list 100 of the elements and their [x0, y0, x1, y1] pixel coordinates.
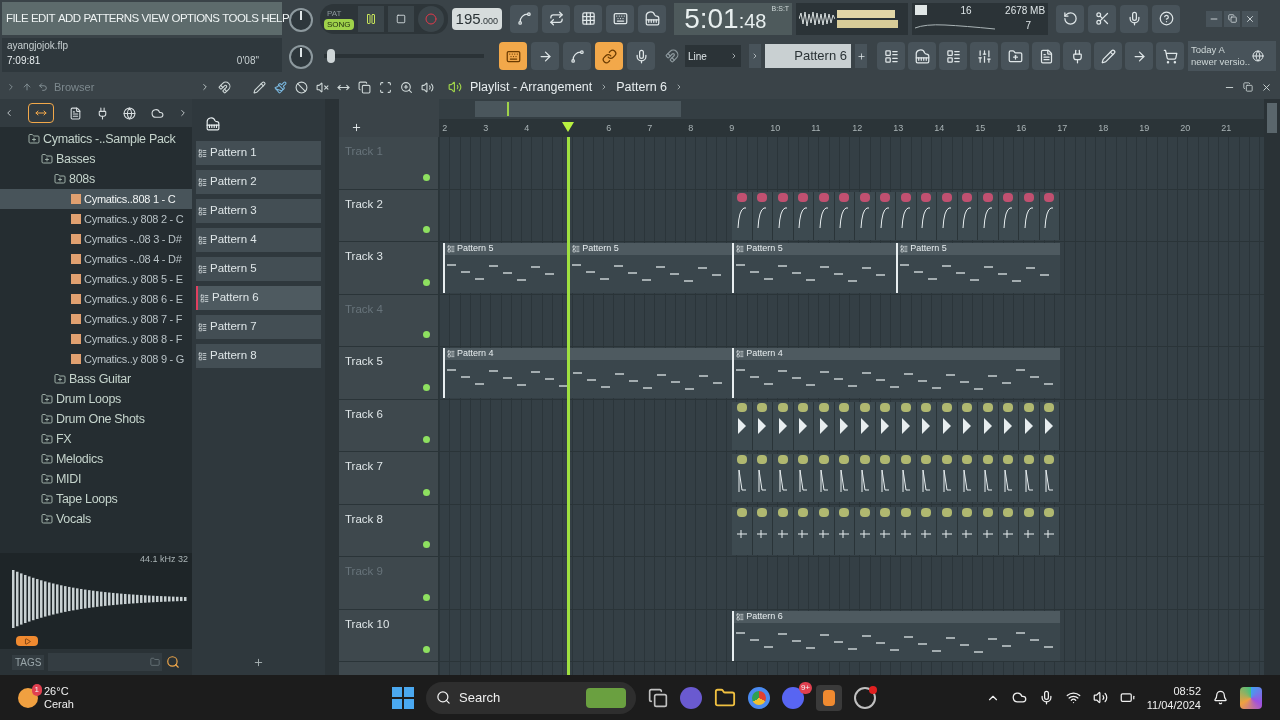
clip-label: Pattern 4 — [457, 347, 494, 361]
mode-toggle[interactable]: SONG — [324, 18, 354, 30]
pattern-item[interactable]: Pattern 5 — [196, 257, 321, 281]
project-time: 0'08" — [236, 54, 259, 68]
ruler-label: 13 — [893, 122, 904, 135]
tree-item[interactable]: Cymatics..808 1 - C — [0, 189, 192, 209]
pattern-item[interactable]: Pattern 7 — [196, 315, 321, 339]
clip-label: Pattern 5 — [746, 242, 783, 256]
menu-item[interactable]: EDIT — [31, 9, 55, 28]
pattern-selector[interactable]: Pattern 6 — [765, 44, 851, 68]
memory-usage: 2678 MB — [1005, 3, 1046, 18]
tree-item[interactable]: Bass Guitar — [0, 369, 192, 389]
clip-label: Pattern 5 — [582, 242, 619, 256]
menu-item[interactable]: PATTERNS — [83, 9, 139, 28]
tree-item[interactable]: Cymatics..y 808 7 - F — [0, 309, 192, 329]
track-name: Track 2 — [345, 196, 383, 212]
menu-item[interactable]: VIEW — [141, 9, 169, 28]
tree-item[interactable]: Cymatics -..Sample Pack — [0, 129, 192, 149]
clock-time[interactable]: 08:52 — [1173, 683, 1201, 698]
pattern-clip[interactable]: Pattern 5 — [732, 243, 897, 293]
tree-item[interactable]: FX — [0, 429, 192, 449]
pattern-item[interactable]: Pattern 3 — [196, 199, 321, 223]
browser-title: Browser — [54, 79, 95, 95]
clip-label: Pattern 4 — [746, 347, 783, 361]
track-name: Track 7 — [345, 459, 383, 474]
tree-item[interactable]: 808s — [0, 169, 192, 189]
pattern-item[interactable]: Pattern 6 — [196, 286, 321, 310]
ruler-label: 14 — [934, 122, 945, 135]
clip-label: Pattern 5 — [910, 242, 947, 256]
tree-item[interactable]: Cymatics..y 808 5 - E — [0, 269, 192, 289]
pattern-name: Pattern 5 — [210, 261, 257, 277]
snap-select[interactable]: Line — [685, 45, 741, 67]
tree-item[interactable]: Drum One Shots — [0, 409, 192, 429]
tree-item[interactable]: MIDI — [0, 469, 192, 489]
tree-item[interactable]: Vocals — [0, 509, 192, 529]
tempo-field[interactable]: 195.000 — [451, 7, 503, 30]
pattern-clip[interactable]: Pattern 4 — [443, 348, 733, 398]
menu-item[interactable]: OPTIONS — [171, 9, 220, 28]
pattern-item[interactable]: Pattern 8 — [196, 344, 321, 368]
pattern-item[interactable]: Pattern 2 — [196, 170, 321, 194]
ruler-label: 12 — [852, 122, 863, 135]
track-header[interactable]: Track 7 — [339, 452, 439, 504]
ruler-label: 20 — [1180, 122, 1191, 135]
ruler-label: 15 — [975, 122, 986, 135]
tree-item[interactable]: Cymatics..y 808 9 - G — [0, 349, 192, 369]
ruler-label: 8 — [688, 122, 694, 135]
track-header[interactable]: Track 2 — [339, 189, 439, 241]
track-name: Track 6 — [345, 406, 383, 422]
tree-item[interactable]: Tape Loops — [0, 489, 192, 509]
ruler-label: 3 — [483, 122, 489, 135]
polyphony-count: 16 — [960, 3, 972, 18]
pattern-name: Pattern 7 — [210, 319, 257, 335]
playlist-pattern: Pattern 6 — [616, 78, 667, 96]
tree-item[interactable]: Cymatics..y 808 6 - E — [0, 289, 192, 309]
ruler-label: 17 — [1057, 122, 1068, 135]
playlist-title: Playlist - Arrangement — [470, 78, 593, 96]
pattern-clip[interactable]: Pattern 6 — [732, 610, 1061, 661]
clip-label: Pattern 6 — [746, 609, 783, 623]
tags-button[interactable]: TAGS — [12, 654, 45, 670]
track-header[interactable]: Track 5 — [339, 347, 439, 399]
time-ticks: :48 — [738, 8, 767, 34]
tree-item[interactable]: Cymatics..y 808 8 - F — [0, 329, 192, 349]
pattern-clip[interactable]: Pattern 5 — [443, 243, 569, 293]
mode-toggle[interactable]: PAT — [324, 7, 354, 19]
track-header[interactable]: Track 10 — [339, 609, 439, 661]
weather-condition: Cerah — [44, 697, 74, 711]
tree-item[interactable]: Basses — [0, 149, 192, 169]
track-header[interactable]: Track 8 — [339, 504, 439, 556]
notification-badge: 9+ — [798, 681, 812, 694]
tree-item[interactable]: Melodics — [0, 449, 192, 469]
search-field[interactable]: Search — [426, 681, 636, 714]
pattern-clip[interactable]: Pattern 5 — [896, 243, 1061, 293]
pattern-name: Pattern 1 — [210, 145, 257, 161]
menu-item[interactable]: HELP — [261, 9, 289, 28]
track-header[interactable]: Track 3 — [339, 242, 439, 294]
ruler-label: 4 — [524, 122, 530, 135]
tree-item[interactable]: Cymatics -..08 3 - D# — [0, 229, 192, 249]
ruler-label: 16 — [1016, 122, 1027, 135]
project-length: 7:09:81 — [7, 54, 41, 68]
ruler-label: 19 — [1139, 122, 1150, 135]
menu-item[interactable]: TOOLS — [222, 9, 259, 28]
pattern-clip[interactable]: Pattern 5 — [568, 243, 733, 293]
menu-item[interactable]: FILE — [6, 9, 28, 28]
news-line: newer versio.. — [1191, 56, 1251, 68]
track-name: Track 3 — [345, 249, 383, 264]
ruler-label: 21 — [1221, 122, 1232, 135]
ruler-label: 10 — [770, 122, 781, 135]
pattern-clip[interactable]: Pattern 4 — [732, 348, 1061, 398]
pattern-item[interactable]: Pattern 4 — [196, 228, 321, 252]
tree-item[interactable]: Drum Loops — [0, 389, 192, 409]
pattern-item[interactable]: Pattern 1 — [196, 141, 321, 165]
menu-item[interactable]: ADD — [57, 9, 81, 28]
tree-item[interactable]: Cymatics..y 808 2 - C — [0, 209, 192, 229]
track-name: Track 8 — [345, 511, 383, 527]
clock-date[interactable]: 11/04/2024 — [1146, 697, 1201, 712]
track-header[interactable]: Track 6 — [339, 399, 439, 451]
notification-badge: 1 — [31, 683, 42, 696]
pattern-name: Pattern 2 — [210, 174, 257, 190]
clip-label: Pattern 5 — [457, 242, 494, 256]
tree-item[interactable]: Cymatics -..08 4 - D# — [0, 249, 192, 269]
